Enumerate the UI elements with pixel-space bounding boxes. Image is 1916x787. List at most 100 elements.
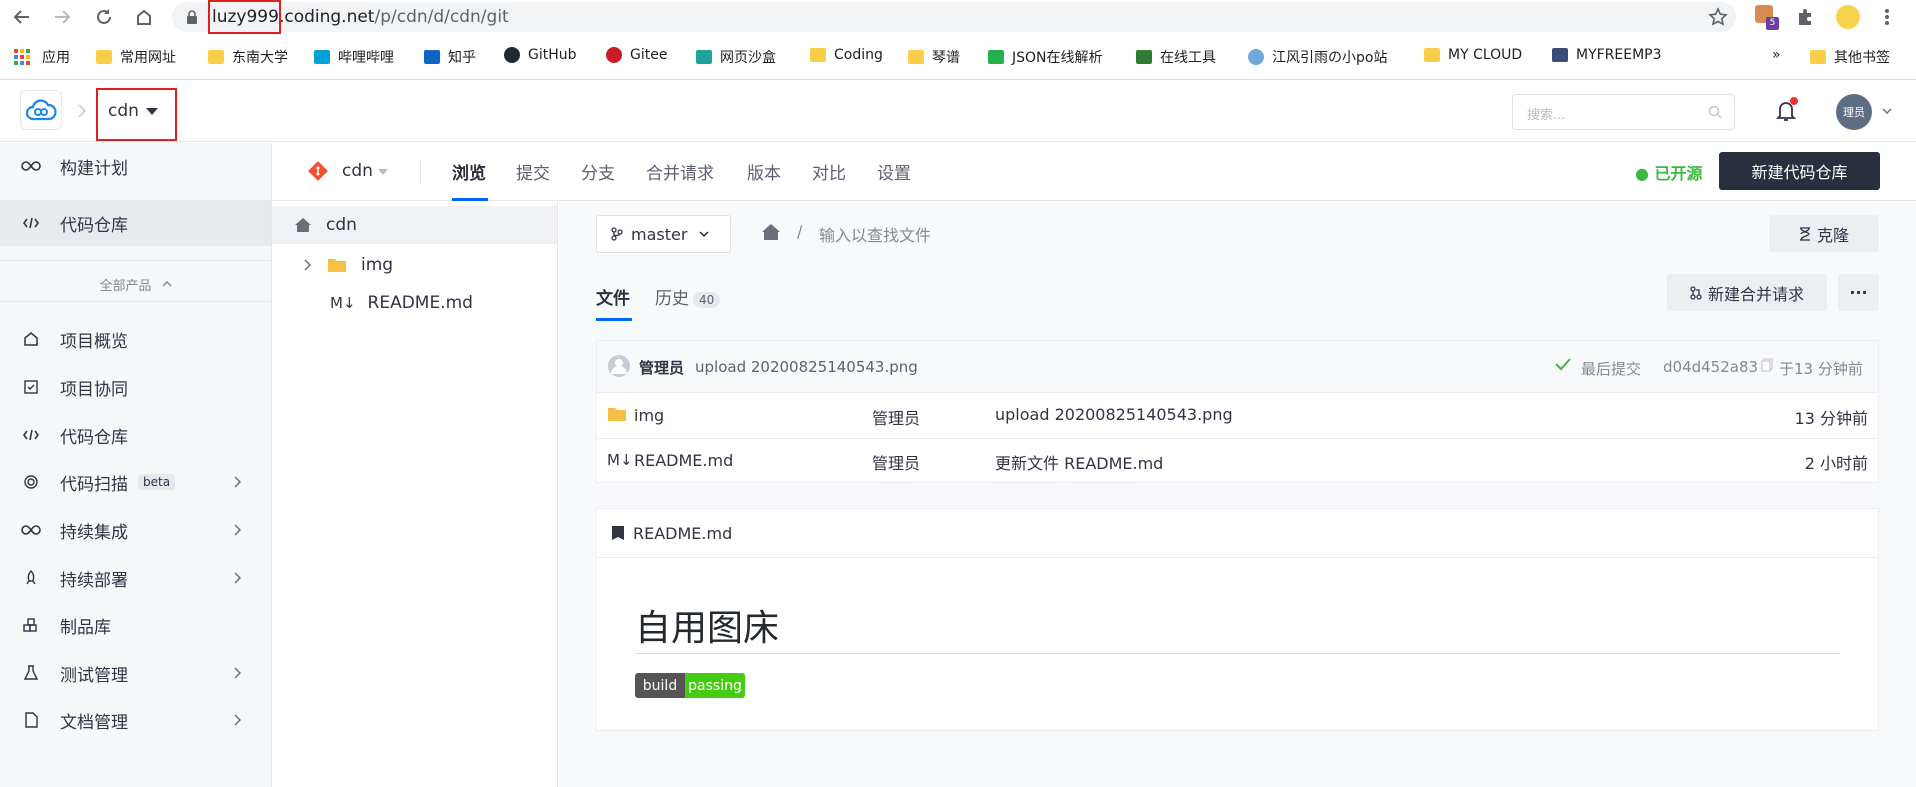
commit-message[interactable]: upload 20200825140543.png	[695, 358, 918, 376]
commit-hash[interactable]: d04d452a83	[1663, 358, 1758, 376]
file-table: 管理员 upload 20200825140543.png 最后提交 d04d4…	[596, 340, 1879, 483]
more-menu-button[interactable]: ···	[1838, 274, 1879, 311]
bookmark-item[interactable]: 常用网址	[96, 47, 176, 67]
zhihu-icon	[424, 50, 440, 64]
new-merge-request-button[interactable]: 新建合并请求	[1667, 274, 1827, 311]
file-search-input[interactable]: 输入以查找文件	[819, 222, 931, 246]
bookmark-label: JSON在线解析	[1012, 50, 1103, 66]
sidebar-item-overview[interactable]: 项目概览	[0, 316, 271, 362]
bookmark-item[interactable]: JSON在线解析	[988, 47, 1103, 67]
tab-releases[interactable]: 版本	[747, 159, 781, 184]
file-commit-message[interactable]: 更新文件 README.md	[995, 450, 1163, 474]
tab-files[interactable]: 文件	[596, 284, 630, 309]
extension-icon[interactable]: 5	[1755, 5, 1779, 30]
bookmark-label: Coding	[834, 47, 883, 63]
extension-badge: 5	[1766, 17, 1779, 30]
tab-merge-requests[interactable]: 合并请求	[646, 159, 714, 184]
puzzle-icon[interactable]	[1796, 7, 1816, 27]
bookmark-item[interactable]: 在线工具	[1136, 47, 1216, 67]
sidebar-item-build-plan[interactable]: 构建计划	[0, 143, 271, 189]
file-name[interactable]: README.md	[634, 451, 733, 470]
chevron-down-icon[interactable]	[1882, 108, 1892, 114]
tab-branches[interactable]: 分支	[581, 159, 615, 184]
last-commit-row: 管理员 upload 20200825140543.png 最后提交 d04d4…	[597, 341, 1878, 393]
sidebar-item-docs[interactable]: 文档管理	[0, 697, 271, 743]
lock-icon[interactable]	[186, 10, 198, 24]
back-arrow-icon[interactable]	[10, 5, 34, 29]
file-commit-message[interactable]: upload 20200825140543.png	[995, 405, 1233, 424]
folder-icon	[908, 50, 924, 64]
pikachu-avatar-icon[interactable]	[1836, 5, 1860, 29]
bookmark-item[interactable]: Coding	[810, 47, 883, 63]
json-icon	[988, 50, 1004, 64]
tab-settings[interactable]: 设置	[877, 159, 911, 184]
tree-item-file[interactable]: M↓ README.md	[272, 284, 557, 322]
bookmark-other[interactable]: 其他书签	[1810, 47, 1890, 67]
clone-button[interactable]: 克隆	[1769, 215, 1879, 252]
notification-bell-icon[interactable]	[1776, 97, 1798, 122]
bookmark-apps[interactable]: 应用	[14, 47, 70, 67]
bookmark-star-icon[interactable]	[1708, 7, 1728, 27]
bookmark-item[interactable]: MYFREEMP3	[1552, 47, 1662, 63]
chevron-right-icon	[234, 476, 241, 488]
file-name[interactable]: img	[634, 406, 664, 425]
copy-icon[interactable]	[1761, 358, 1773, 372]
avatar[interactable]: 理员	[1836, 94, 1872, 130]
bookmark-item[interactable]: MY CLOUD	[1424, 47, 1522, 63]
branch-selector[interactable]: master	[596, 215, 731, 253]
bookmarks-overflow[interactable]: »	[1772, 47, 1781, 63]
merge-request-icon	[1690, 285, 1702, 300]
caret-down-icon[interactable]	[378, 169, 388, 175]
chevron-right-icon	[234, 667, 241, 679]
checkbox-icon	[20, 380, 42, 394]
sidebar-item-cd[interactable]: 持续部署	[0, 555, 271, 601]
new-merge-request-label: 新建合并请求	[1707, 284, 1804, 304]
search-input[interactable]: 搜索...	[1512, 94, 1735, 130]
table-row[interactable]: img 管理员 upload 20200825140543.png 13 分钟前	[597, 393, 1878, 439]
sidebar-item-collaboration[interactable]: 项目协同	[0, 364, 271, 410]
home-icon[interactable]	[761, 223, 781, 241]
tree-root[interactable]: cdn	[272, 206, 557, 244]
chevron-right-icon	[234, 524, 241, 536]
path-separator: /	[797, 222, 803, 241]
table-row[interactable]: M↓ README.md 管理员 更新文件 README.md 2 小时前	[597, 439, 1878, 483]
search-icon[interactable]	[1708, 105, 1722, 119]
sidebar-item-code-repo-active[interactable]: 代码仓库	[0, 200, 271, 246]
bookmark-item[interactable]: Gitee	[606, 47, 667, 63]
build-badge-status: passing	[685, 673, 745, 698]
sidebar-item-testing[interactable]: 测试管理	[0, 650, 271, 696]
build-badge-label: build	[635, 673, 685, 698]
sidebar-item-artifacts[interactable]: 制品库	[0, 602, 271, 648]
infinity-icon	[20, 525, 42, 535]
commit-author[interactable]: 管理员	[639, 357, 684, 378]
tab-compare[interactable]: 对比	[812, 159, 846, 184]
bookmark-item[interactable]: GitHub	[504, 47, 577, 63]
all-products-toggle[interactable]: 全部产品	[0, 263, 271, 305]
sidebar-item-code-repo[interactable]: 代码仓库	[0, 412, 271, 458]
sidebar-item-code-scan[interactable]: 代码扫描 beta	[0, 459, 271, 505]
bookmark-item[interactable]: 琴谱	[908, 47, 960, 67]
project-switcher[interactable]: cdn	[108, 101, 139, 121]
new-repo-button[interactable]: 新建代码仓库	[1719, 152, 1880, 190]
book-icon	[611, 525, 625, 541]
project-name: cdn	[108, 101, 139, 121]
coding-logo-icon[interactable]	[20, 90, 62, 130]
bookmark-item[interactable]: 东南大学	[208, 47, 288, 67]
bookmark-item[interactable]: 知乎	[424, 47, 476, 67]
repo-switcher[interactable]: cdn	[342, 161, 373, 181]
reload-icon[interactable]	[92, 5, 116, 29]
forward-arrow-icon[interactable]	[50, 5, 74, 29]
home-icon[interactable]	[132, 5, 156, 29]
bookmark-item[interactable]: 哔哩哔哩	[314, 47, 394, 67]
bookmark-label: 常用网址	[120, 50, 176, 66]
bookmark-item[interactable]: 江风引雨の小po站	[1248, 47, 1387, 67]
bookmark-item[interactable]: 网页沙盒	[696, 47, 776, 67]
tree-item-folder[interactable]: img	[272, 246, 557, 284]
tab-commits[interactable]: 提交	[516, 159, 550, 184]
sidebar-item-ci[interactable]: 持续集成	[0, 507, 271, 553]
tab-browse[interactable]: 浏览	[452, 159, 486, 184]
caret-down-icon[interactable]	[146, 108, 158, 116]
bookmark-label: 江风引雨の小po站	[1272, 50, 1388, 66]
tab-history[interactable]: 历史 40	[655, 284, 721, 309]
menu-dots-icon[interactable]	[1884, 8, 1890, 26]
